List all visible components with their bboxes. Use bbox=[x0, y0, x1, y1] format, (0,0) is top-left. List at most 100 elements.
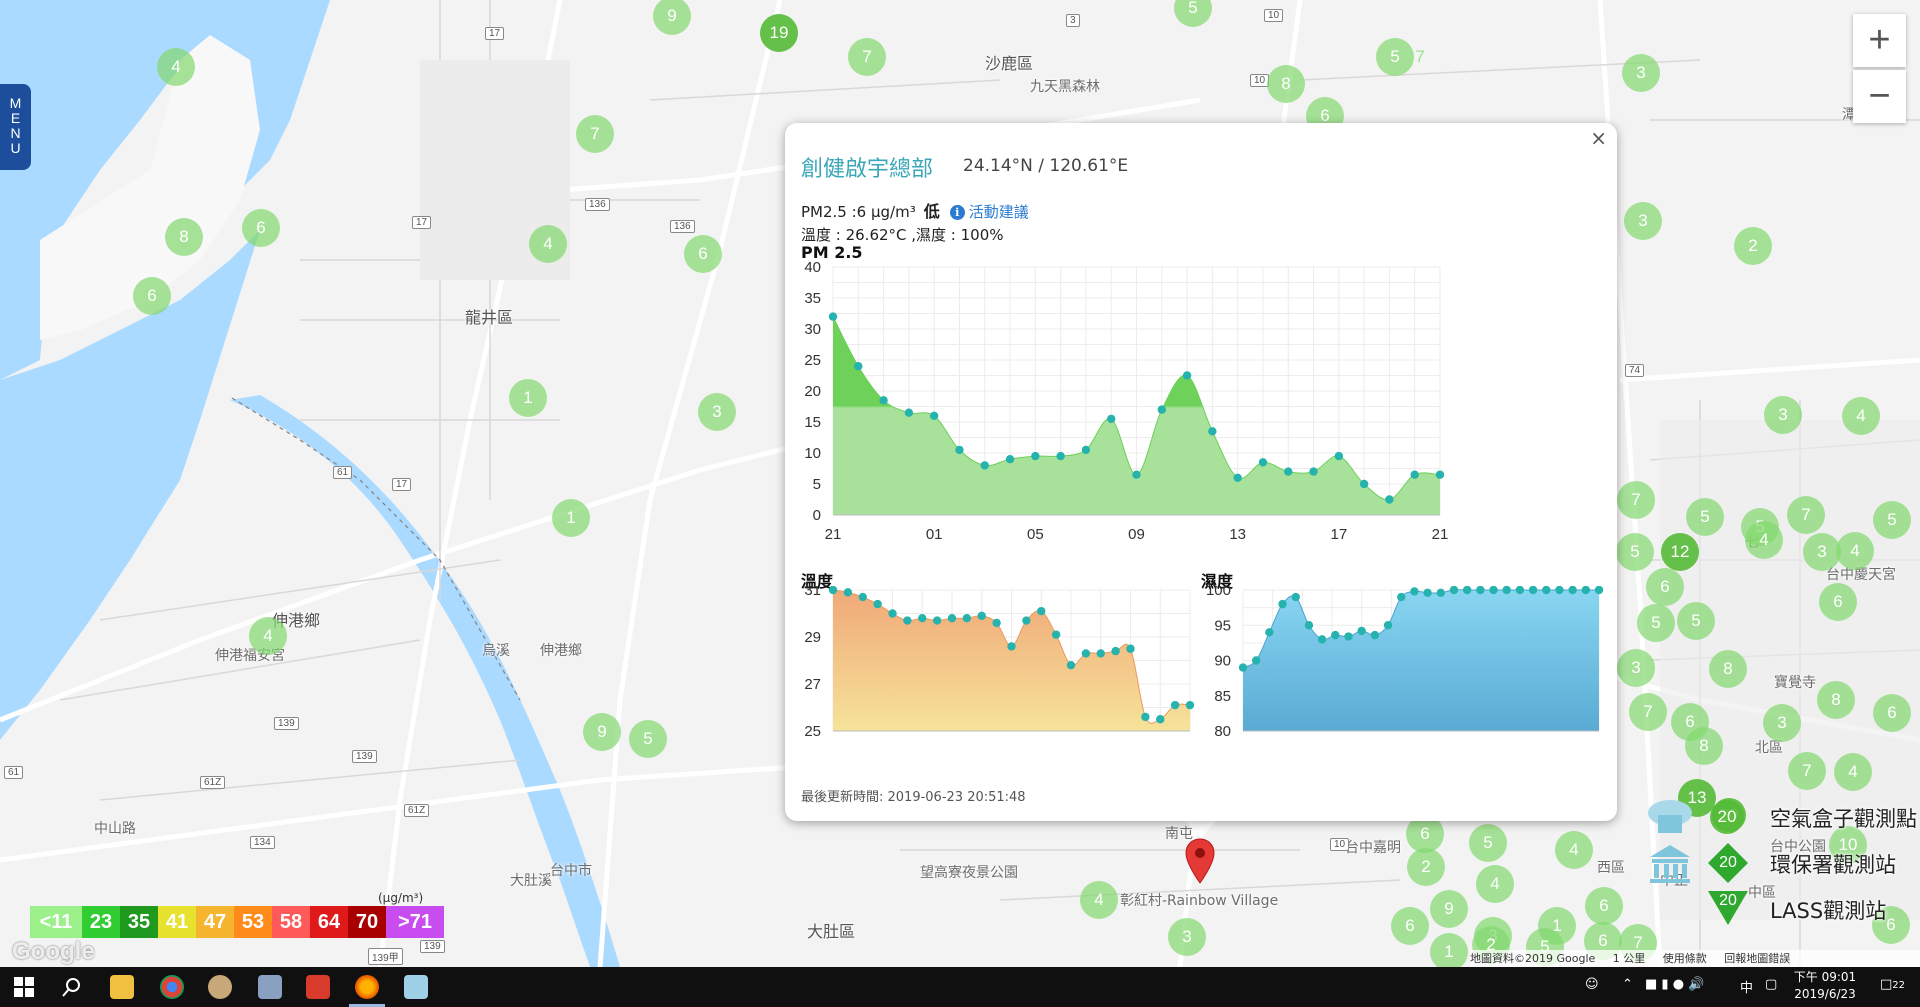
cluster-marker[interactable]: 3 bbox=[1763, 704, 1801, 742]
cluster-marker[interactable]: 1 bbox=[552, 499, 590, 537]
cluster-marker[interactable]: 3 bbox=[1168, 918, 1206, 956]
menu-tab[interactable]: M E N U bbox=[0, 84, 31, 170]
cluster-marker[interactable]: 6 bbox=[1585, 887, 1623, 925]
cluster-marker[interactable]: 5 bbox=[629, 720, 667, 758]
cluster-marker[interactable]: 2 bbox=[1407, 848, 1445, 886]
cluster-marker[interactable]: 7 bbox=[1629, 693, 1667, 731]
menu-letter: M bbox=[9, 95, 22, 111]
cluster-marker[interactable]: 4 bbox=[1476, 865, 1514, 903]
y-tick-label: 100 bbox=[1206, 586, 1231, 599]
app-icon[interactable] bbox=[258, 975, 282, 999]
cluster-marker[interactable]: 6 bbox=[684, 235, 722, 273]
info-icon[interactable]: i bbox=[949, 205, 965, 220]
y-tick-label: 20 bbox=[804, 383, 821, 400]
place-label: 台中市 bbox=[550, 863, 592, 879]
cluster-marker[interactable]: 6 bbox=[1819, 583, 1857, 621]
cluster-marker[interactable]: 6 bbox=[1646, 568, 1684, 606]
cluster-marker[interactable]: 4 bbox=[1836, 532, 1874, 570]
cluster-marker[interactable]: 5 bbox=[1616, 533, 1654, 571]
people-icon[interactable]: ☺ bbox=[1585, 977, 1599, 992]
y-tick-label: 40 bbox=[804, 261, 821, 276]
data-point bbox=[1568, 586, 1577, 595]
cluster-marker[interactable]: 6 bbox=[1391, 907, 1429, 945]
app-icon[interactable] bbox=[208, 975, 232, 999]
close-button[interactable]: × bbox=[1590, 126, 1607, 150]
road-shield: 136 bbox=[585, 198, 610, 211]
windows-start-icon[interactable] bbox=[14, 977, 34, 997]
aqi-legend-item: 35 bbox=[120, 906, 158, 938]
chrome-icon[interactable] bbox=[160, 975, 184, 999]
cluster-marker[interactable]: 6 bbox=[1873, 694, 1911, 732]
menu-letter: N bbox=[10, 125, 21, 141]
place-label: 中山路 bbox=[94, 821, 136, 837]
report-link[interactable]: 回報地圖錯誤 bbox=[1724, 952, 1790, 965]
terms-link[interactable]: 使用條款 bbox=[1663, 952, 1707, 965]
cluster-marker[interactable]: 4 bbox=[1080, 881, 1118, 919]
cluster-marker[interactable]: 6 bbox=[133, 277, 171, 315]
cluster-marker[interactable]: 8 bbox=[1709, 650, 1747, 688]
cluster-marker[interactable]: 5 bbox=[1469, 824, 1507, 862]
search-icon[interactable] bbox=[62, 977, 82, 997]
zoom-out-button[interactable]: − bbox=[1853, 70, 1906, 123]
legend-row-lass[interactable]: 20 LASS觀測站 bbox=[1640, 887, 1920, 931]
legend-row-epa[interactable]: 20 環保署觀測站 bbox=[1640, 841, 1920, 885]
chevron-up-icon[interactable]: ⌃ bbox=[1622, 977, 1633, 992]
road-shield: 17 bbox=[412, 216, 432, 229]
cluster-marker[interactable]: 4 bbox=[529, 225, 567, 263]
series-area bbox=[1243, 589, 1599, 731]
place-label: 台中嘉明 bbox=[1345, 840, 1401, 856]
cluster-marker[interactable]: 4 bbox=[157, 48, 195, 86]
temp-humidity: 溫度 : 26.62°C ,濕度 : 100% bbox=[801, 226, 1004, 244]
clock[interactable]: 下午 09:01 2019/6/23 bbox=[1790, 969, 1860, 1003]
location-pin-icon[interactable] bbox=[1185, 838, 1215, 884]
cluster-marker[interactable]: 8 bbox=[1267, 65, 1305, 103]
activity-link[interactable]: 活動建議 bbox=[969, 203, 1029, 221]
cluster-marker[interactable]: 9 bbox=[583, 713, 621, 751]
cluster-marker[interactable]: 3 bbox=[1622, 54, 1660, 92]
cluster-marker[interactable]: 2 bbox=[1734, 227, 1772, 265]
cluster-marker[interactable]: 7 bbox=[576, 115, 614, 153]
cluster-marker[interactable]: 5 bbox=[1873, 501, 1911, 539]
app-icon[interactable] bbox=[404, 975, 428, 999]
data-point bbox=[1528, 586, 1538, 595]
notification-icon[interactable]: □22 bbox=[1880, 977, 1905, 992]
cluster-marker[interactable]: 3 bbox=[1624, 202, 1662, 240]
cluster-marker[interactable]: 4 bbox=[1834, 753, 1872, 791]
data-point bbox=[947, 614, 957, 623]
cluster-marker[interactable]: 12 bbox=[1661, 533, 1699, 571]
y-tick-label: 27 bbox=[804, 676, 821, 693]
cluster-marker[interactable]: 7 bbox=[1788, 752, 1826, 790]
cluster-marker[interactable]: 6 bbox=[242, 209, 280, 247]
cluster-marker[interactable]: 7 bbox=[1401, 38, 1439, 76]
cluster-marker[interactable]: 7 bbox=[1617, 481, 1655, 519]
cluster-marker[interactable]: 4 bbox=[1555, 831, 1593, 869]
cluster-marker[interactable]: 3 bbox=[1764, 396, 1802, 434]
cluster-marker[interactable]: 8 bbox=[1817, 681, 1855, 719]
cluster-marker[interactable]: 19 bbox=[760, 14, 798, 52]
cluster-marker[interactable]: 9 bbox=[1430, 890, 1468, 928]
zoom-in-button[interactable]: + bbox=[1853, 14, 1906, 67]
cluster-marker[interactable]: 1 bbox=[509, 379, 547, 417]
cluster-marker[interactable]: 7 bbox=[1787, 496, 1825, 534]
cluster-marker[interactable]: 4 bbox=[249, 617, 287, 655]
cluster-marker[interactable]: 5 bbox=[1686, 498, 1724, 536]
ime-indicator[interactable]: 中 bbox=[1740, 977, 1753, 996]
app-icon[interactable] bbox=[306, 975, 330, 999]
road-shield: 17 bbox=[392, 478, 412, 491]
file-explorer-icon[interactable] bbox=[110, 975, 134, 999]
cluster-marker[interactable]: 3 bbox=[1617, 649, 1655, 687]
cluster-marker[interactable]: 3 bbox=[698, 393, 736, 431]
firefox-icon[interactable] bbox=[355, 975, 379, 999]
cluster-marker[interactable]: 7 bbox=[848, 38, 886, 76]
legend-row-airbox[interactable]: 20 空氣盒子觀測點 bbox=[1640, 795, 1920, 839]
cluster-marker[interactable]: 4 bbox=[1842, 397, 1880, 435]
cluster-marker[interactable]: 8 bbox=[1685, 727, 1723, 765]
data-point bbox=[1284, 467, 1293, 476]
cluster-marker[interactable]: 4 bbox=[1745, 521, 1783, 559]
keyboard-icon[interactable]: ▢ bbox=[1765, 977, 1777, 992]
cluster-marker[interactable]: 5 bbox=[1637, 604, 1675, 642]
cluster-marker[interactable]: 5 bbox=[1677, 602, 1715, 640]
cluster-marker[interactable]: 8 bbox=[165, 218, 203, 256]
tray-icons[interactable]: ■ ▮ ● 🔊 bbox=[1645, 977, 1704, 992]
x-tick-label: 21 bbox=[1432, 526, 1449, 541]
